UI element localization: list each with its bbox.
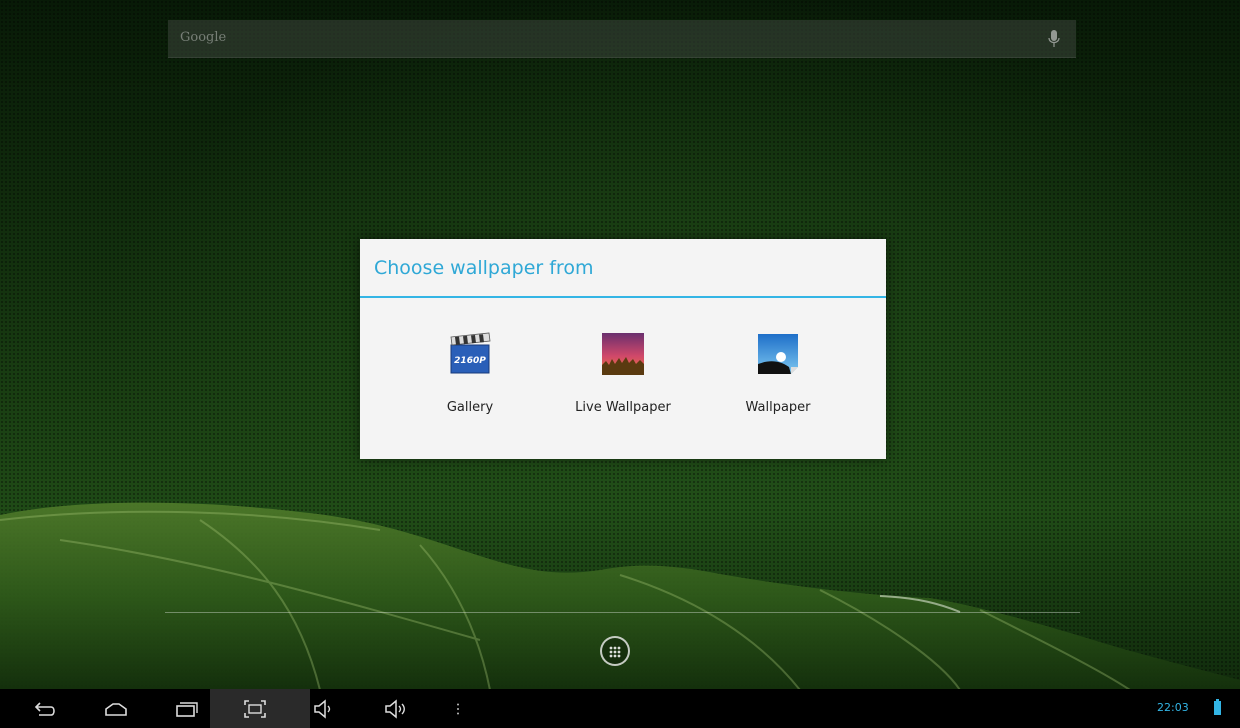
volume-up-icon [385,698,405,719]
battery-icon[interactable] [1214,699,1221,715]
back-button[interactable] [22,689,70,728]
gallery-option[interactable]: 2160P Gallery [395,317,545,427]
live-wallpaper-label: Live Wallpaper [575,400,671,415]
clock[interactable]: 22:03 [1157,701,1189,714]
search-placeholder: Google [180,30,227,45]
home-button[interactable] [92,689,140,728]
volume-up-button[interactable] [372,689,420,728]
overflow-menu-button[interactable] [434,689,482,728]
home-screen: Google Choose wallpaper from 2160P Galle… [0,0,1240,728]
wallpaper-label: Wallpaper [745,400,811,415]
gallery-icon-text: 2160P [454,356,486,366]
recent-apps-icon [176,701,198,717]
all-apps-icon [609,646,621,658]
choose-wallpaper-dialog: Choose wallpaper from 2160P Gallery Live… [360,239,886,459]
wallpaper-picture-icon [758,334,798,374]
gallery-label: Gallery [446,400,494,415]
volume-down-icon [314,698,331,719]
dialog-divider [360,296,886,298]
microphone-icon[interactable] [1048,29,1060,49]
live-wallpaper-icon [602,333,644,375]
navigation-bar: 22:03 [0,689,1240,728]
screenshot-button[interactable] [210,689,310,728]
back-icon [34,701,55,716]
gallery-clapboard-icon: 2160P [450,332,491,374]
wallpaper-option[interactable]: Wallpaper [703,317,853,427]
live-wallpaper-option[interactable]: Live Wallpaper [548,317,698,427]
overflow-menu-icon [457,703,459,714]
volume-down-button[interactable] [300,689,348,728]
home-icon [105,702,127,716]
recent-apps-button[interactable] [162,689,210,728]
all-apps-button[interactable] [600,636,630,666]
dialog-title: Choose wallpaper from [374,257,594,279]
dock-divider [165,612,1080,613]
google-search-bar[interactable]: Google [168,20,1076,58]
screenshot-icon [244,699,266,718]
